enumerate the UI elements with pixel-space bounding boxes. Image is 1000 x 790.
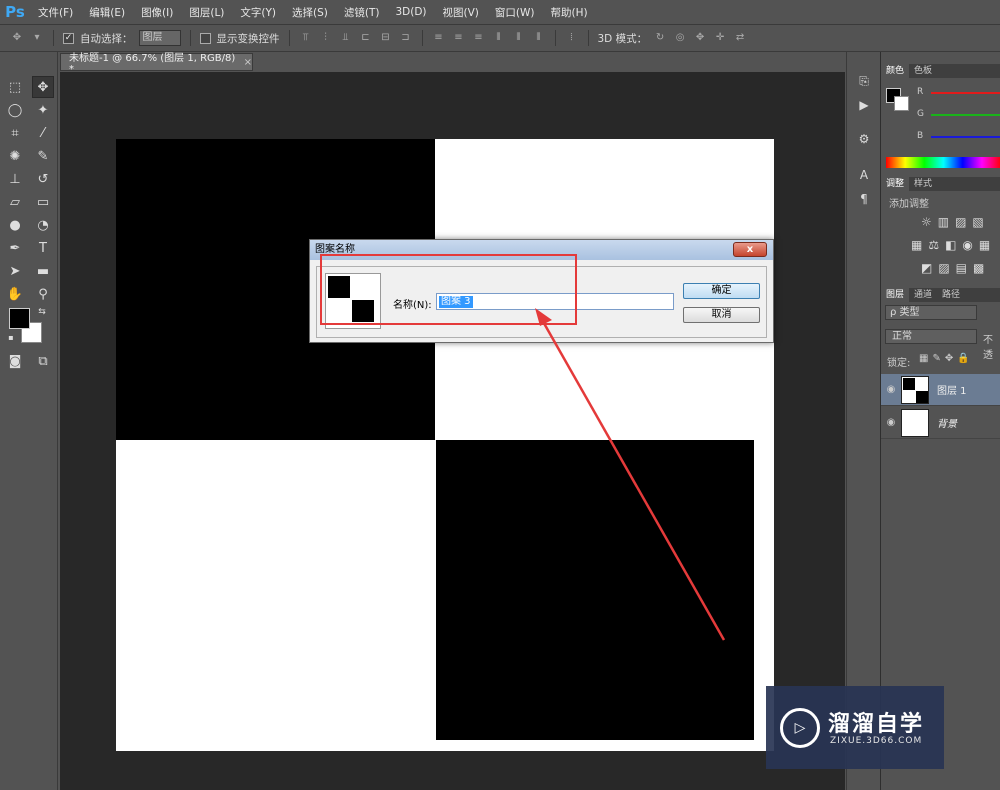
layer-filter-select[interactable]: ρ 类型 (885, 305, 977, 320)
paragraph-icon[interactable]: ¶ (856, 192, 872, 208)
layers-panel-tabs: 图层 通道 路径 (881, 288, 1000, 302)
layer-thumbnail (901, 375, 929, 404)
play-logo-icon: ▷ (780, 708, 820, 748)
lock-label: 锁定: (887, 358, 911, 369)
tab-color[interactable]: 颜色 (881, 64, 910, 78)
layer-name: 背景 (937, 419, 957, 430)
blue-slider[interactable] (931, 136, 1000, 138)
visibility-eye-icon[interactable]: ◉ (881, 417, 901, 428)
blend-mode-select[interactable]: 正常 (885, 329, 977, 344)
green-slider[interactable] (931, 114, 1000, 116)
tab-paths[interactable]: 路径 (937, 288, 965, 302)
lock-icons[interactable]: ▦✎✥🔒 (919, 353, 974, 364)
history-icon[interactable]: ⎘ (856, 74, 872, 90)
adjust-panel-tabs: 调整 样式 (881, 177, 1000, 191)
layer-name: 图层 1 (937, 386, 967, 397)
tab-adjustments[interactable]: 调整 (881, 177, 910, 191)
watermark-logo: ▷ 溜溜自学 ZIXUE.3D66.COM (766, 686, 944, 769)
layer-row-background[interactable]: ◉ 背景 (881, 407, 1000, 439)
channel-b-label: B (917, 131, 924, 141)
watermark-subtitle: ZIXUE.3D66.COM (830, 736, 923, 746)
color-bg-swatch[interactable] (894, 96, 909, 111)
thumb-black-cell (916, 390, 928, 403)
tab-styles[interactable]: 样式 (909, 177, 937, 191)
channel-r-label: R (917, 87, 924, 97)
thumb-black-cell (903, 377, 915, 390)
red-slider[interactable] (931, 92, 1000, 94)
tab-channels[interactable]: 通道 (909, 288, 937, 302)
opacity-label: 不透 (983, 335, 993, 361)
color-spectrum[interactable] (886, 157, 1000, 168)
add-adjustment-label: 添加调整 (889, 199, 929, 210)
character-icon[interactable]: A (856, 168, 872, 184)
layer-row-layer1[interactable]: ◉ 图层 1 (881, 374, 1000, 406)
watermark-title: 溜溜自学 (828, 712, 925, 737)
channel-g-label: G (917, 109, 924, 119)
adjustment-icons-row-2[interactable]: ▦⚖◧◉▦ (911, 238, 996, 252)
actions-play-icon[interactable]: ▶ (856, 98, 872, 114)
right-panels: 颜色 色板 R G B 调整 样式 添加调整 ☼▥▨▧ ▦⚖◧◉▦ ◩▨▤▩ 图… (880, 52, 1000, 790)
tab-layers[interactable]: 图层 (881, 288, 910, 302)
adjustment-icons-row-1[interactable]: ☼▥▨▧ (921, 215, 990, 229)
layer-thumbnail (901, 408, 929, 437)
panel-icon-column: ⎘ ▶ ⚙ A ¶ (846, 52, 880, 790)
color-panel-tabs: 颜色 色板 (881, 64, 1000, 78)
photoshop-window: Ps 文件(F) 编辑(E) 图像(I) 图层(L) 文字(Y) 选择(S) 滤… (0, 0, 1000, 790)
tab-swatches[interactable]: 色板 (909, 64, 937, 78)
visibility-eye-icon[interactable]: ◉ (881, 384, 901, 395)
properties-icon[interactable]: ⚙ (856, 132, 872, 148)
adjustment-icons-row-3[interactable]: ◩▨▤▩ (921, 261, 990, 275)
